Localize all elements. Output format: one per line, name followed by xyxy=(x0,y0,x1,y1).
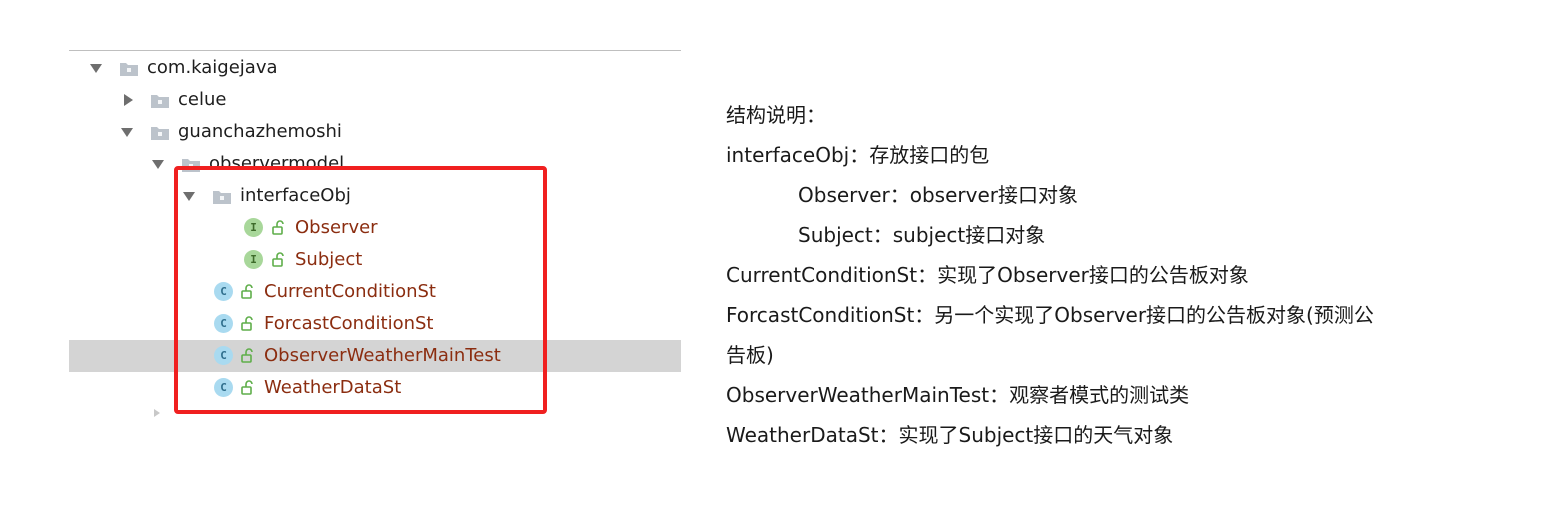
panel-top-border xyxy=(69,50,681,51)
package-folder-icon xyxy=(151,95,169,108)
description-line: 告板) xyxy=(726,343,774,367)
tree-node-label: guanchazhemoshi xyxy=(178,121,342,142)
expand-arrow-down-icon[interactable] xyxy=(89,61,103,75)
description-line: ObserverWeatherMainTest：观察者模式的测试类 xyxy=(726,383,1190,407)
description-line: Subject：subject接口对象 xyxy=(798,223,1046,247)
description-line: interfaceObj：存放接口的包 xyxy=(726,143,990,167)
expand-arrow-down-icon[interactable] xyxy=(151,157,165,171)
tree-node-celue[interactable]: celue xyxy=(69,84,681,116)
expand-arrow-right-icon[interactable] xyxy=(121,93,135,107)
description-line: CurrentConditionSt：实现了Observer接口的公告板对象 xyxy=(726,263,1249,287)
tree-node-com-kaigejava[interactable]: com.kaigejava xyxy=(69,52,681,84)
highlight-annotation-box xyxy=(174,166,547,414)
tree-node-label: com.kaigejava xyxy=(147,57,278,78)
description-line: WeatherDataSt：实现了Subject接口的天气对象 xyxy=(726,423,1174,447)
package-folder-icon xyxy=(151,127,169,140)
expand-arrow-right-icon xyxy=(154,409,160,417)
tree-node-guanchazhemoshi[interactable]: guanchazhemoshi xyxy=(69,116,681,148)
description-heading: 结构说明： xyxy=(726,103,826,127)
description-line: Observer：observer接口对象 xyxy=(798,183,1078,207)
tree-node-label: celue xyxy=(178,89,227,110)
package-folder-icon xyxy=(120,63,138,76)
expand-arrow-down-icon[interactable] xyxy=(120,125,134,139)
description-line: ForcastConditionSt：另一个实现了Observer接口的公告板对… xyxy=(726,303,1374,327)
